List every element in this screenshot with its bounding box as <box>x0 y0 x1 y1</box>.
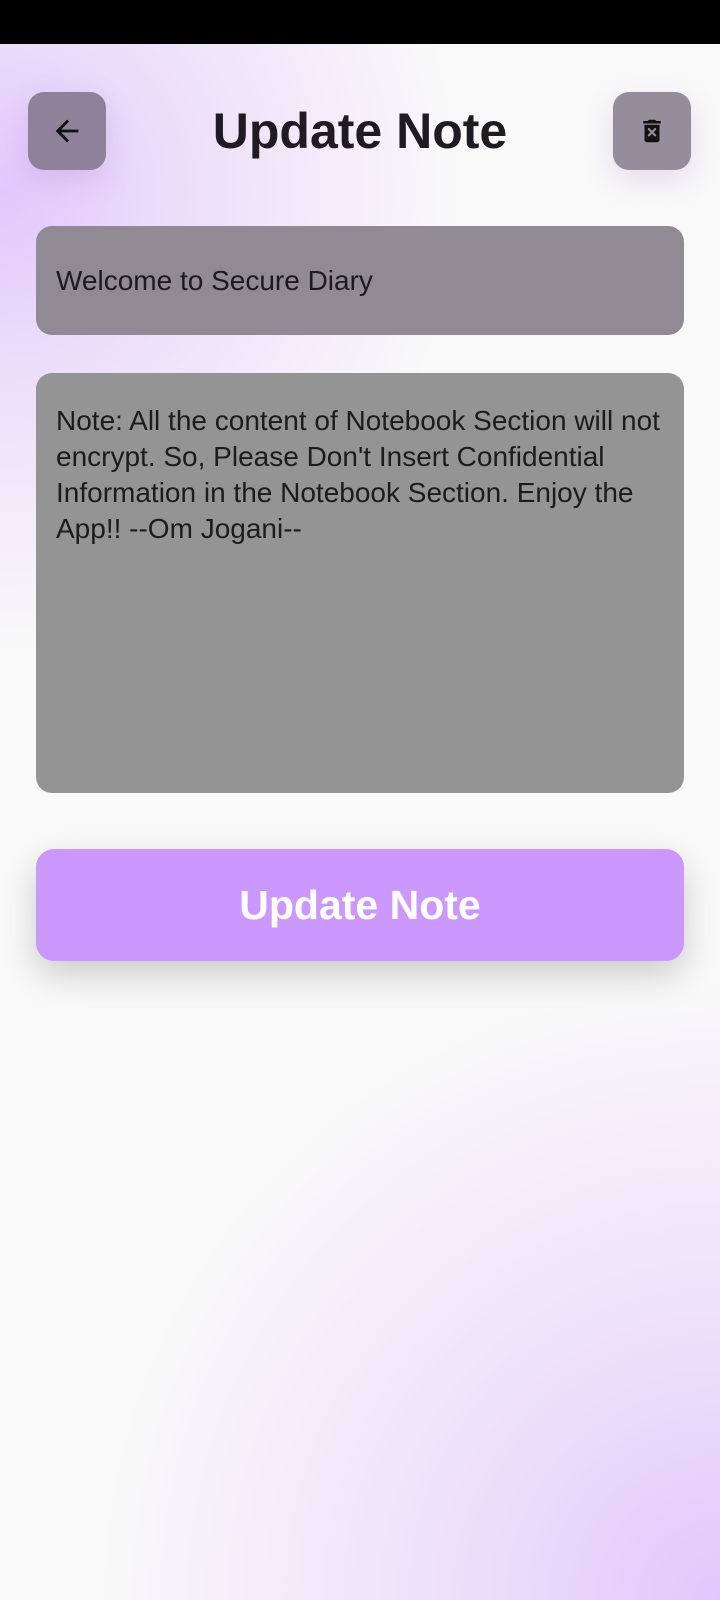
app-bar: Update Note <box>0 44 720 222</box>
trash-x-icon <box>643 119 661 143</box>
back-button[interactable] <box>28 92 106 170</box>
arrow-left-icon <box>55 119 79 143</box>
update-note-button[interactable]: Update Note <box>36 849 684 961</box>
delete-button[interactable] <box>613 92 691 170</box>
status-bar <box>0 0 720 44</box>
page-title: Update Note <box>212 103 508 159</box>
note-title-field[interactable]: Welcome to Secure Diary <box>36 226 684 335</box>
note-content-field[interactable]: Note: All the content of Notebook Sectio… <box>36 373 684 793</box>
